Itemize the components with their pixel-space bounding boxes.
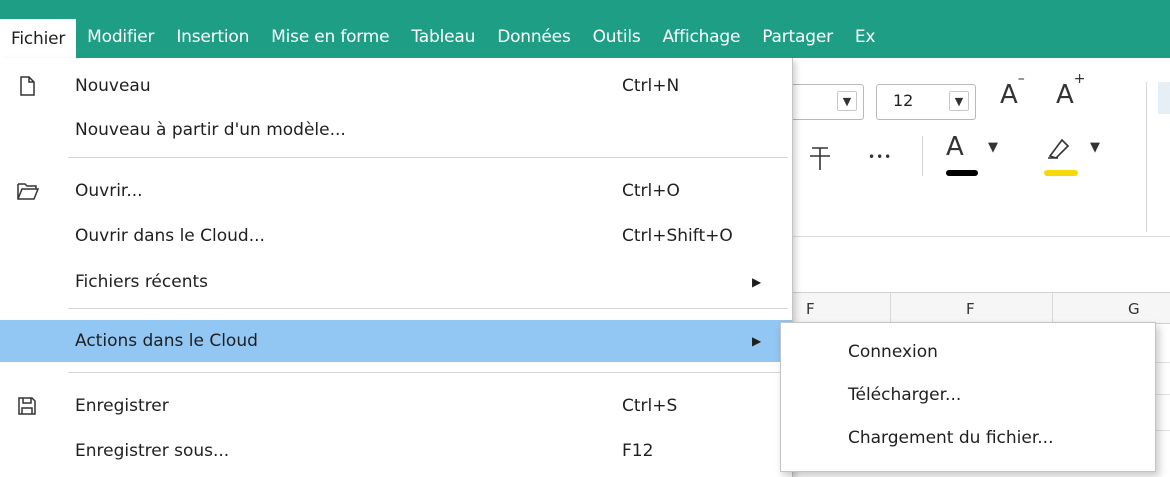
menu-partager-label: Partager <box>762 27 833 47</box>
cloud-actions-submenu: Connexion Télécharger... Chargement du f… <box>780 322 1156 472</box>
menu-donnees-label: Données <box>497 27 571 47</box>
font-size-dropdown[interactable]: 12 ▼ <box>876 84 976 120</box>
menu-outils[interactable]: Outils <box>582 0 652 58</box>
menu-partager[interactable]: Partager <box>751 0 844 58</box>
strikethrough-icon <box>810 147 830 170</box>
menu-modifier[interactable]: Modifier <box>76 0 165 58</box>
menu-item-label: Nouveau à partir d'un modèle... <box>75 120 346 140</box>
menu-item-label: Actions dans le Cloud <box>75 331 258 351</box>
menu-tableau-label: Tableau <box>411 27 476 47</box>
save-icon <box>16 395 38 417</box>
menu-item-nouveau-modele[interactable]: Nouveau à partir d'un modèle... <box>0 110 792 150</box>
submenu-item-label: Télécharger... <box>848 385 962 405</box>
menu-modifier-label: Modifier <box>87 27 155 47</box>
menubar: Fichier Modifier Insertion Mise en forme… <box>0 0 1170 58</box>
menu-item-shortcut: Ctrl+S <box>622 396 678 416</box>
menu-extra[interactable]: Ex <box>844 0 886 58</box>
highlighter-icon <box>1048 138 1070 159</box>
increase-font-button[interactable]: A+ <box>1056 71 1086 110</box>
decrease-font-sup: – <box>1017 71 1025 88</box>
toolbar-cutoff-button[interactable] <box>1158 82 1170 114</box>
column-divider <box>890 292 891 322</box>
submenu-arrow-icon: ▶ <box>752 334 762 348</box>
chevron-down-icon[interactable]: ▼ <box>988 140 998 155</box>
toolbar-divider <box>922 136 923 176</box>
decrease-font-label: A <box>1000 80 1018 110</box>
chevron-down-icon: ▼ <box>837 91 857 111</box>
font-color-label: A <box>946 132 964 162</box>
strikethrough-button[interactable] <box>808 142 832 177</box>
menu-extra-label: Ex <box>854 27 876 47</box>
menu-separator <box>68 157 788 158</box>
menu-item-ouvrir-cloud[interactable]: Ouvrir dans le Cloud... Ctrl+Shift+O <box>0 216 792 256</box>
toolbar-group-divider <box>1146 82 1147 232</box>
menu-separator <box>68 372 788 373</box>
menu-mise-en-forme-label: Mise en forme <box>271 27 390 47</box>
submenu-arrow-icon: ▶ <box>752 275 762 289</box>
column-divider <box>1052 292 1053 322</box>
font-size-value: 12 <box>893 91 914 110</box>
more-label: ••• <box>868 150 893 164</box>
menu-item-label: Nouveau <box>75 76 151 96</box>
font-color-button[interactable]: A <box>946 132 964 162</box>
menu-item-label: Ouvrir... <box>75 181 143 201</box>
menu-tableau[interactable]: Tableau <box>400 0 486 58</box>
menu-separator <box>68 308 788 309</box>
column-header-f[interactable]: F <box>806 300 815 318</box>
menu-item-label: Fichiers récents <box>75 272 208 292</box>
menu-item-ouvrir[interactable]: Ouvrir... Ctrl+O <box>0 171 792 211</box>
file-menu: Nouveau Ctrl+N Nouveau à partir d'un mod… <box>0 58 793 477</box>
menu-item-shortcut: F12 <box>622 441 654 461</box>
menu-donnees[interactable]: Données <box>486 0 581 58</box>
menu-fichier[interactable]: Fichier <box>0 19 77 58</box>
chevron-down-icon: ▼ <box>949 91 969 111</box>
decrease-font-button[interactable]: A– <box>1000 71 1025 110</box>
menu-affichage[interactable]: Affichage <box>652 0 752 58</box>
highlight-button[interactable] <box>1044 136 1074 167</box>
menu-item-label: Enregistrer sous... <box>75 441 230 461</box>
menu-mise-en-forme[interactable]: Mise en forme <box>260 0 400 58</box>
toolbar-bottom-border <box>792 236 1170 237</box>
new-file-icon <box>16 75 38 97</box>
menu-item-actions-cloud[interactable]: Actions dans le Cloud ▶ <box>0 320 792 362</box>
menu-item-shortcut: Ctrl+N <box>622 76 680 96</box>
menu-item-nouveau[interactable]: Nouveau Ctrl+N <box>0 66 792 106</box>
column-header-f2[interactable]: F <box>966 300 975 318</box>
menu-item-enregistrer[interactable]: Enregistrer Ctrl+S <box>0 386 792 426</box>
menu-item-label: Ouvrir dans le Cloud... <box>75 226 265 246</box>
submenu-item-label: Chargement du fichier... <box>848 428 1054 448</box>
increase-font-label: A <box>1056 80 1074 110</box>
menu-item-fichiers-recents[interactable]: Fichiers récents ▶ <box>0 262 792 302</box>
increase-font-sup: + <box>1073 71 1086 88</box>
font-color-swatch <box>946 170 978 176</box>
submenu-item-connexion[interactable]: Connexion <box>781 332 1155 372</box>
menu-affichage-label: Affichage <box>662 27 741 47</box>
column-header-g[interactable]: G <box>1128 300 1140 318</box>
menu-insertion[interactable]: Insertion <box>165 0 260 58</box>
submenu-item-label: Connexion <box>848 342 938 362</box>
chevron-down-icon[interactable]: ▼ <box>1090 140 1100 155</box>
submenu-item-chargement[interactable]: Chargement du fichier... <box>781 418 1155 458</box>
menu-insertion-label: Insertion <box>176 27 250 47</box>
submenu-item-telecharger[interactable]: Télécharger... <box>781 375 1155 415</box>
menu-fichier-label: Fichier <box>11 28 66 49</box>
menu-item-enregistrer-sous[interactable]: Enregistrer sous... F12 <box>0 431 792 471</box>
font-name-dropdown[interactable]: ▼ <box>786 84 864 120</box>
menu-item-label: Enregistrer <box>75 396 169 416</box>
menu-outils-label: Outils <box>592 27 641 47</box>
more-button[interactable]: ••• <box>868 150 892 164</box>
menu-item-shortcut: Ctrl+O <box>622 181 680 201</box>
folder-open-icon <box>16 180 40 202</box>
highlight-color-swatch <box>1044 170 1078 176</box>
menu-item-shortcut: Ctrl+Shift+O <box>622 226 733 246</box>
